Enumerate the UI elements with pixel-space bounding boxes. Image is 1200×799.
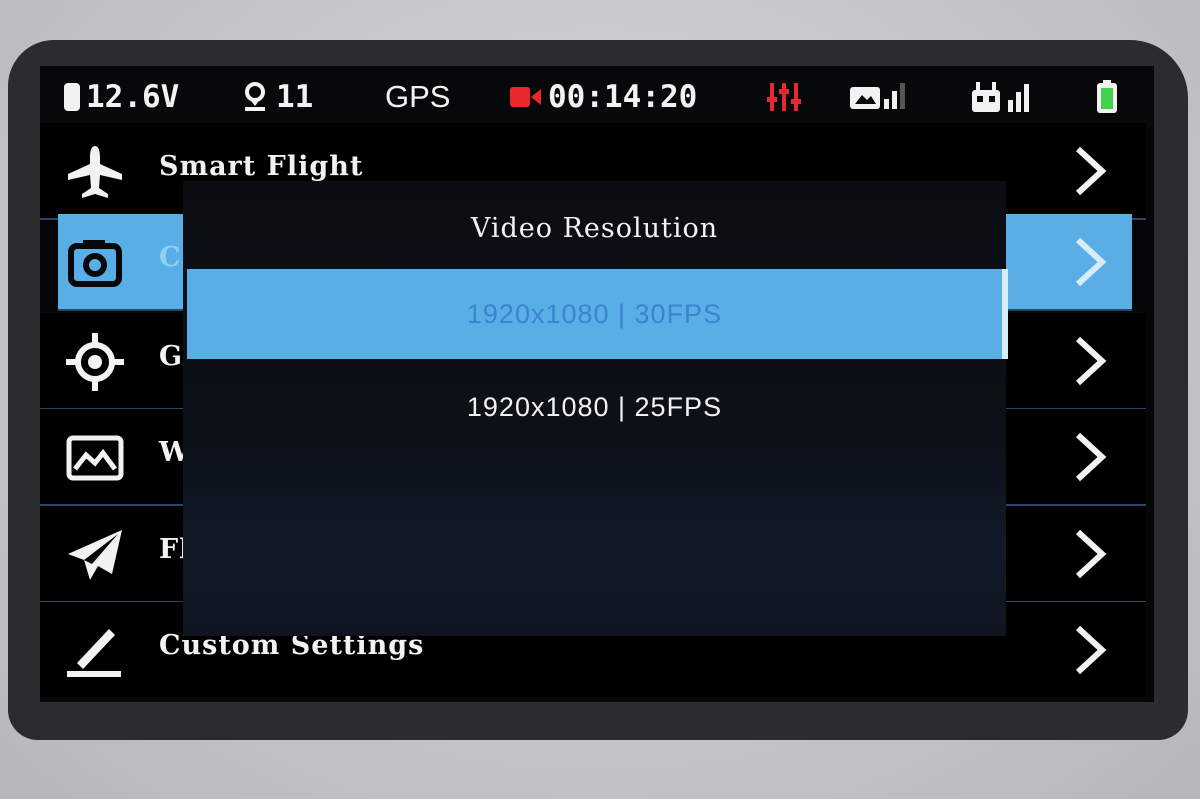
option-label: 1920x1080 | 30FPS [466,298,723,329]
chevron-right-icon [1075,529,1107,579]
video-signal-icon [850,80,906,114]
chevron-right-icon [1075,625,1107,675]
chevron-right-icon [1075,432,1107,482]
rc-signal-icon [970,80,1034,114]
voltage-indicator: 12.6V [64,79,180,115]
controller-battery-icon [1095,80,1119,114]
satellite-count: 11 [276,79,314,115]
status-bar: 12.6V 11 GPS 00:14:20 [40,66,1154,126]
record-camera-icon [510,87,541,107]
record-indicator: 00:14:20 [510,79,698,115]
pencil-icon [64,622,126,680]
chevron-right-icon [1075,146,1107,196]
resolution-option[interactable]: 1920x1080 | 25FPS [183,362,1006,452]
video-resolution-dialog: Video Resolution 1920x1080 | 30FPS 1920x… [183,181,1008,636]
location-pin-icon [245,82,265,111]
gps-mode: GPS [385,79,451,114]
camera-icon [64,234,126,292]
option-label: 1920x1080 | 25FPS [466,391,723,422]
chevron-right-icon [1075,336,1107,386]
record-time: 00:14:20 [548,79,698,115]
controller-screen: 12.6V 11 GPS 00:14:20 Smart Flight Ca GF… [40,66,1154,702]
satellite-indicator: 11 [242,79,314,115]
image-icon [64,429,126,487]
paper-plane-icon [64,526,126,584]
battery-icon [64,83,80,111]
gps-target-icon [64,333,126,391]
menu-item-label: Smart Flight [159,151,364,182]
resolution-option-selected[interactable]: 1920x1080 | 30FPS [187,269,1008,359]
airplane-icon [64,143,126,201]
dialog-title: Video Resolution [470,213,719,244]
gps-label: GPS [385,79,451,114]
chevron-right-icon [1075,237,1107,287]
sliders-icon [767,80,803,114]
voltage-value: 12.6V [86,79,180,115]
